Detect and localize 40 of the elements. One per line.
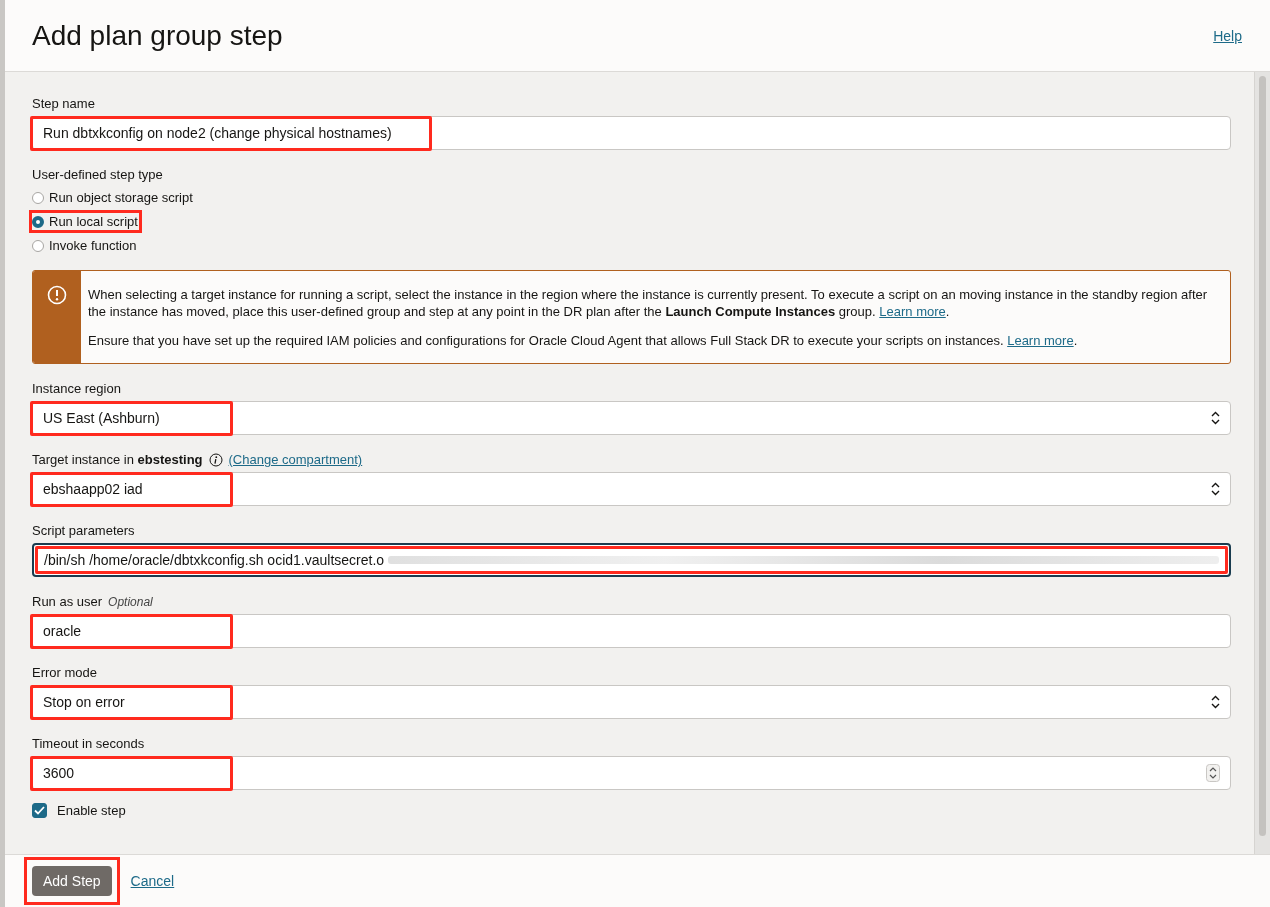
field-label: Timeout in seconds: [32, 736, 145, 751]
select-field[interactable]: US East (Ashburn): [32, 401, 1231, 435]
dialog-title: Add plan group step: [32, 19, 283, 52]
add-step-button[interactable]: Add Step: [32, 866, 112, 896]
radio-option[interactable]: Run local script: [32, 214, 138, 229]
radio-button[interactable]: [32, 239, 44, 252]
help-link[interactable]: Help: [1213, 27, 1242, 44]
select-field[interactable]: ebshaapp02 iad: [32, 472, 1231, 506]
chevron-updown-icon: [1211, 482, 1220, 496]
input-field[interactable]: 3600: [32, 756, 1231, 790]
optional-hint: Optional: [108, 594, 153, 609]
learn-more-link[interactable]: Learn more: [879, 304, 946, 319]
field-label: Step name: [32, 96, 95, 111]
spinner-icon[interactable]: [1206, 764, 1220, 782]
input-field[interactable]: /bin/sh /home/oracle/dbtxkconfig.sh ocid1.vaultsecret.o: [32, 543, 1231, 577]
radio-button[interactable]: [32, 191, 44, 204]
select-field[interactable]: Stop on error: [32, 685, 1231, 719]
notice-text: When selecting a target instance for running a script, select the instance in the region where the instance is currently present. To execute a script on an moving instance in the standby region after the instance has moved, place this user-defined group and step at any point in the DR plan after the Launch Compute Instances group. Learn more.: [88, 286, 1209, 320]
exclamation-icon: [47, 285, 67, 305]
chevron-updown-icon: [1211, 695, 1220, 709]
info-icon[interactable]: [208, 452, 223, 467]
checkbox[interactable]: [32, 803, 47, 818]
input-field[interactable]: oracle: [32, 614, 1231, 648]
radio-button[interactable]: [32, 215, 44, 228]
input-field[interactable]: Run dbtxkconfig on node2 (change physical hostnames): [32, 116, 1231, 150]
field-label: User-defined step type: [32, 167, 163, 182]
field-label: Instance region: [32, 381, 121, 396]
change-compartment-link[interactable]: (Change compartment): [228, 452, 363, 467]
scrollbar-thumb[interactable]: [1259, 76, 1266, 836]
learn-more-link[interactable]: Learn more: [1007, 333, 1074, 348]
radio-option[interactable]: Invoke function: [32, 238, 137, 253]
field-label: Target instance in ebstesting: [32, 452, 203, 467]
chevron-updown-icon: [1211, 411, 1220, 425]
radio-option[interactable]: Run object storage script: [32, 190, 193, 205]
checkbox-label: Enable step: [57, 803, 126, 818]
cancel-link[interactable]: Cancel: [130, 873, 175, 889]
notice-text: Ensure that you have set up the required IAM policies and configurations for Oracle Cloud Agent that allows Full Stack DR to execute your scripts on instances. Learn more.: [88, 332, 1079, 349]
field-label: Script parameters: [32, 523, 135, 538]
field-label: Error mode: [32, 665, 98, 680]
field-label: Run as user: [32, 594, 103, 609]
